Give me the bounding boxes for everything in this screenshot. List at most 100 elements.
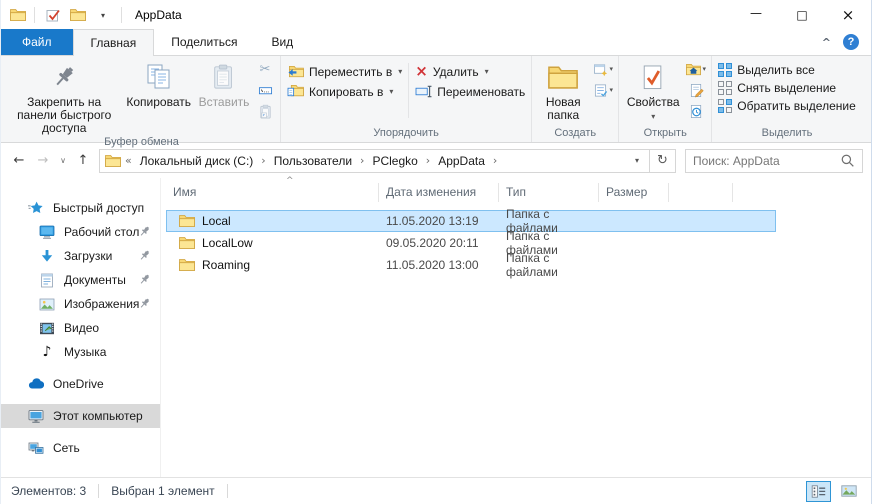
details-view-button[interactable] — [806, 481, 831, 502]
thumbnails-view-icon — [841, 485, 857, 497]
back-button[interactable]: ← — [7, 153, 31, 168]
edit-icon — [689, 83, 704, 98]
refresh-button[interactable]: ↻ — [650, 149, 676, 173]
this-pc-icon — [28, 409, 44, 424]
title-bar-left: ▾ AppData — [1, 0, 733, 30]
file-row-locallow[interactable]: LocalLow 09.05.2020 20:11 Папка с файлам… — [166, 232, 776, 254]
column-header-type[interactable]: Тип — [499, 183, 599, 202]
column-header-size[interactable]: Размер — [599, 183, 669, 202]
paste-button[interactable]: Вставить — [195, 57, 253, 135]
sidebar-item-onedrive[interactable]: OneDrive — [1, 372, 160, 396]
copy-to-button[interactable]: Копировать в ▾ — [284, 84, 405, 99]
chevron-down-icon: ▾ — [651, 110, 655, 123]
select-none-icon — [718, 81, 732, 95]
history-button[interactable] — [684, 102, 708, 120]
copy-path-button[interactable] — [253, 81, 277, 99]
sidebar-item-this-pc[interactable]: Этот компьютер — [1, 404, 160, 428]
column-header-blank — [669, 183, 733, 202]
rename-label: Переименовать — [437, 85, 525, 99]
breadcrumb-item-drive[interactable]: Локальный диск (C:) — [136, 154, 258, 168]
chevron-down-icon: ▾ — [702, 65, 706, 73]
qat-properties-button[interactable] — [43, 4, 63, 26]
thumbnails-view-button[interactable] — [836, 481, 861, 502]
column-header-date[interactable]: Дата изменения — [379, 183, 499, 202]
paste-label: Вставить — [199, 96, 250, 109]
sidebar-item-quick-access[interactable]: Быстрый доступ — [1, 196, 160, 220]
open-location-button[interactable]: ▾ — [684, 60, 708, 78]
select-all-button[interactable]: Выделить все — [715, 63, 859, 77]
paste-icon — [211, 59, 237, 95]
sidebar-item-music[interactable]: ♪ Музыка — [1, 340, 160, 364]
help-button[interactable]: ? — [843, 34, 859, 50]
tab-share[interactable]: Поделиться — [154, 29, 254, 55]
file-row-local[interactable]: Local 11.05.2020 13:19 Папка с файлами — [166, 210, 776, 232]
column-header-name[interactable]: Имя — [166, 183, 379, 202]
file-name: LocalLow — [202, 236, 253, 250]
open-group-body: Свойства ▾ ▾ — [619, 56, 711, 126]
search-input[interactable] — [693, 154, 840, 168]
up-button[interactable]: ↑ — [71, 153, 95, 168]
rename-button[interactable]: Переименовать — [412, 84, 528, 99]
pin-to-quick-access-button[interactable]: Закрепить на панели быстрого доступа — [6, 57, 122, 135]
easy-access-button[interactable]: ▾ — [591, 81, 615, 99]
explorer-window: ▾ AppData — □ × Файл Главная Поделиться … — [0, 0, 872, 504]
sidebar-item-videos[interactable]: Видео — [1, 316, 160, 340]
tab-file[interactable]: Файл — [1, 29, 73, 55]
sidebar-item-network[interactable]: Сеть — [1, 436, 160, 460]
delete-button[interactable]: × Удалить ▾ — [412, 64, 528, 79]
sidebar-item-label: Этот компьютер — [53, 409, 143, 423]
sidebar-item-label: Загрузки — [64, 249, 112, 263]
new-folder-button[interactable]: Новая папка — [535, 57, 591, 126]
close-button[interactable]: × — [825, 0, 871, 30]
view-toggle-buttons — [806, 481, 861, 502]
address-bar[interactable]: « Локальный диск (C:) › Пользователи › P… — [99, 149, 650, 173]
sidebar-item-pictures[interactable]: Изображения — [1, 292, 160, 316]
tab-view[interactable]: Вид — [254, 29, 310, 55]
ribbon: Закрепить на панели быстрого доступа Коп… — [1, 56, 871, 143]
sidebar-item-desktop[interactable]: Рабочий стол — [1, 220, 160, 244]
new-item-button[interactable]: ▾ — [591, 60, 615, 78]
qat-new-folder-button[interactable] — [68, 4, 88, 26]
properties-button[interactable]: Свойства ▾ — [622, 57, 684, 126]
breadcrumb-item-user[interactable]: PClegko — [368, 154, 421, 168]
address-dropdown-button[interactable]: ▾ — [627, 156, 647, 165]
sidebar-item-downloads[interactable]: Загрузки — [1, 244, 160, 268]
pin-icon — [138, 297, 151, 310]
tab-home[interactable]: Главная — [73, 29, 155, 56]
select-none-button[interactable]: Снять выделение — [715, 81, 859, 95]
qat-customize-button[interactable]: ▾ — [93, 4, 113, 26]
edit-button[interactable] — [684, 81, 708, 99]
pin-to-quick-access-label: Закрепить на панели быстрого доступа — [10, 96, 118, 135]
collapse-ribbon-button[interactable]: ^ — [822, 36, 831, 49]
ribbon-group-clipboard: Закрепить на панели быстрого доступа Коп… — [3, 56, 281, 142]
paste-shortcut-button[interactable] — [253, 102, 277, 120]
file-row-roaming[interactable]: Roaming 11.05.2020 13:00 Папка с файлами — [166, 254, 776, 276]
chevron-down-icon: ▾ — [389, 87, 393, 96]
maximize-button[interactable]: □ — [779, 0, 825, 30]
select-all-icon — [718, 63, 732, 77]
file-name-cell: Local — [166, 214, 379, 228]
organize-move-copy-column: Переместить в ▾ Копировать в ▾ — [284, 57, 405, 126]
file-name-cell: LocalLow — [166, 236, 379, 250]
recent-locations-button[interactable]: ∨ — [55, 156, 71, 165]
organize-delete-rename-column: × Удалить ▾ Переименовать — [412, 57, 528, 126]
forward-button[interactable]: → — [31, 153, 55, 168]
chevron-down-icon: ▾ — [485, 67, 489, 76]
cut-button[interactable]: ✂ — [253, 60, 277, 78]
sidebar-item-label: Быстрый доступ — [53, 201, 144, 215]
breadcrumb-item-appdata[interactable]: AppData — [434, 154, 489, 168]
select-group-body: Выделить все Снять выделение Обратить вы… — [712, 56, 862, 126]
sidebar-item-documents[interactable]: Документы — [1, 268, 160, 292]
minimize-button[interactable]: — — [733, 0, 779, 30]
move-to-button[interactable]: Переместить в ▾ — [284, 64, 405, 79]
ribbon-group-select: Выделить все Снять выделение Обратить вы… — [712, 56, 862, 142]
create-small-buttons: ▾ ▾ — [591, 57, 615, 126]
sidebar-item-label: Сеть — [53, 441, 80, 455]
invert-selection-button[interactable]: Обратить выделение — [715, 99, 859, 113]
tab-view-label: Вид — [271, 35, 293, 49]
breadcrumb-item-users[interactable]: Пользователи — [270, 154, 356, 168]
search-box — [685, 149, 863, 173]
history-icon — [689, 104, 704, 119]
sidebar-item-label: OneDrive — [53, 377, 104, 391]
copy-button[interactable]: Копировать — [122, 57, 195, 135]
